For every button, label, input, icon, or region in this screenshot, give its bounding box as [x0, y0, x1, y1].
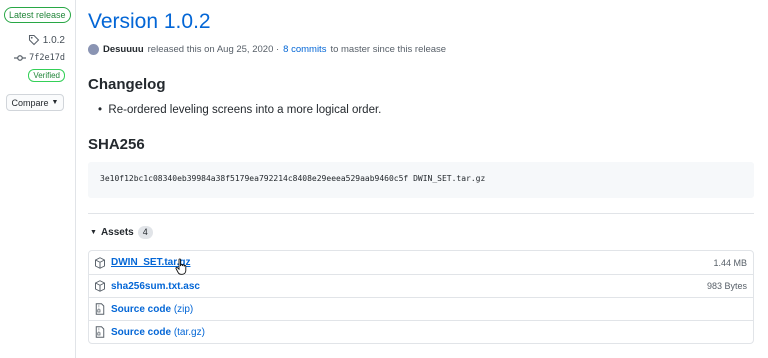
asset-link[interactable]: Source code (zip): [111, 304, 193, 315]
asset-size: 1.44 MB: [713, 257, 747, 268]
latest-release-badge: Latest release: [4, 7, 71, 23]
asset-row-source-zip[interactable]: Source code (zip): [89, 297, 753, 320]
release-meta: Desuuuu released this on Aug 25, 2020 · …: [88, 44, 446, 55]
assets-toggle[interactable]: ▼ Assets 4: [90, 226, 153, 239]
asset-size: 983 Bytes: [706, 281, 747, 291]
chevron-down-icon: ▼: [51, 99, 59, 106]
divider: [88, 213, 754, 214]
file-zip-icon: [95, 326, 105, 338]
sha-code: 3e10f12bc1c08340eb39984a38f5179ea792214c…: [100, 174, 486, 183]
asset-link[interactable]: Source code (tar.gz): [111, 327, 205, 338]
asset-link[interactable]: sha256sum.txt.asc: [111, 281, 200, 292]
changelog-item-text: Re-ordered leveling screens into a more …: [108, 104, 382, 116]
source-code-label: Source code: [111, 326, 172, 338]
tag-label: 1.0.2: [42, 34, 65, 46]
hand-cursor-icon: [175, 258, 187, 275]
avatar[interactable]: [88, 44, 99, 55]
caret-down-icon: ▼: [90, 229, 97, 236]
sha-code-block: 3e10f12bc1c08340eb39984a38f5179ea792214c…: [88, 162, 754, 198]
release-title[interactable]: Version 1.0.2: [88, 10, 211, 34]
asset-row-source-targz[interactable]: Source code (tar.gz): [89, 320, 753, 343]
compare-button[interactable]: Compare ▼: [6, 94, 64, 111]
changelog-heading: Changelog: [88, 76, 166, 93]
commit-icon: [14, 55, 27, 61]
commit-sha: 7f2e17d: [29, 53, 65, 63]
assets-count: 4: [137, 226, 153, 239]
sha-heading: SHA256: [88, 136, 145, 153]
release-sidebar: Latest release 1.0.2 7f2e17d Verified Co…: [0, 0, 76, 358]
commit-link[interactable]: 7f2e17d: [14, 52, 65, 64]
assets-label: Assets: [100, 227, 134, 238]
commits-suffix: to master since this release: [330, 44, 447, 55]
file-zip-icon: [95, 303, 105, 315]
commits-link[interactable]: 8 commits: [283, 44, 326, 55]
asset-row-sha256sum[interactable]: sha256sum.txt.asc 983 Bytes: [89, 274, 753, 297]
package-icon: [95, 256, 105, 269]
package-icon: [95, 280, 105, 292]
verified-badge[interactable]: Verified: [28, 69, 65, 82]
released-text: released this on Aug 25, 2020 ·: [147, 44, 280, 55]
tag-link[interactable]: 1.0.2: [28, 34, 65, 46]
list-item: • Re-ordered leveling screens into a mor…: [98, 104, 382, 116]
tag-icon: [28, 34, 39, 46]
source-code-format: (zip): [173, 303, 194, 315]
compare-label: Compare: [11, 97, 49, 108]
source-code-format: (tar.gz): [173, 326, 205, 338]
author-link[interactable]: Desuuuu: [103, 44, 144, 55]
source-code-label: Source code: [111, 303, 172, 315]
